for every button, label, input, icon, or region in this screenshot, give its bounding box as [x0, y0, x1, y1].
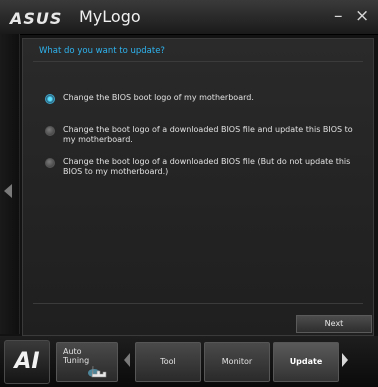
close-button[interactable]: × — [355, 6, 369, 26]
title-bar: ASUS MyLogo – × — [0, 0, 378, 35]
radio-icon-selected[interactable] — [45, 94, 55, 104]
app-title: MyLogo — [79, 7, 141, 26]
auto-tuning-button[interactable]: Auto Tuning — [56, 342, 118, 382]
option-label: Change the boot logo of a downloaded BIO… — [63, 157, 351, 176]
minimize-button[interactable]: – — [334, 6, 343, 26]
radio-icon[interactable] — [45, 158, 55, 168]
bottom-toolbar: AI Auto Tuning Tool Monitor Update — [0, 336, 378, 387]
hand-pointer-icon — [88, 365, 107, 378]
question-label: What do you want to update? — [39, 46, 165, 56]
tab-tool[interactable]: Tool — [135, 342, 201, 382]
ai-suite-logo[interactable]: AI — [4, 340, 50, 384]
divider — [33, 303, 363, 304]
next-button[interactable]: Next — [296, 315, 372, 333]
divider — [33, 61, 363, 62]
tab-update[interactable]: Update — [273, 342, 339, 382]
chevron-left-icon[interactable] — [124, 353, 130, 367]
option-label: Change the boot logo of a downloaded BIO… — [63, 125, 353, 144]
option-change-bios-logo[interactable]: Change the BIOS boot logo of my motherbo… — [45, 93, 355, 107]
side-rail — [0, 34, 20, 334]
radio-icon[interactable] — [45, 126, 55, 136]
chevron-right-icon[interactable] — [342, 353, 348, 367]
tab-monitor[interactable]: Monitor — [204, 342, 270, 382]
option-change-downloaded-no-update[interactable]: Change the boot logo of a downloaded BIO… — [45, 157, 355, 181]
asus-logo: ASUS — [10, 9, 63, 28]
mylogo-window: ASUS MyLogo – × What do you want to upda… — [0, 0, 378, 387]
update-panel: What do you want to update? Change the B… — [22, 38, 374, 336]
chevron-left-icon[interactable] — [4, 184, 12, 198]
option-label: Change the BIOS boot logo of my motherbo… — [63, 93, 254, 102]
option-change-downloaded-and-update[interactable]: Change the boot logo of a downloaded BIO… — [45, 125, 355, 149]
